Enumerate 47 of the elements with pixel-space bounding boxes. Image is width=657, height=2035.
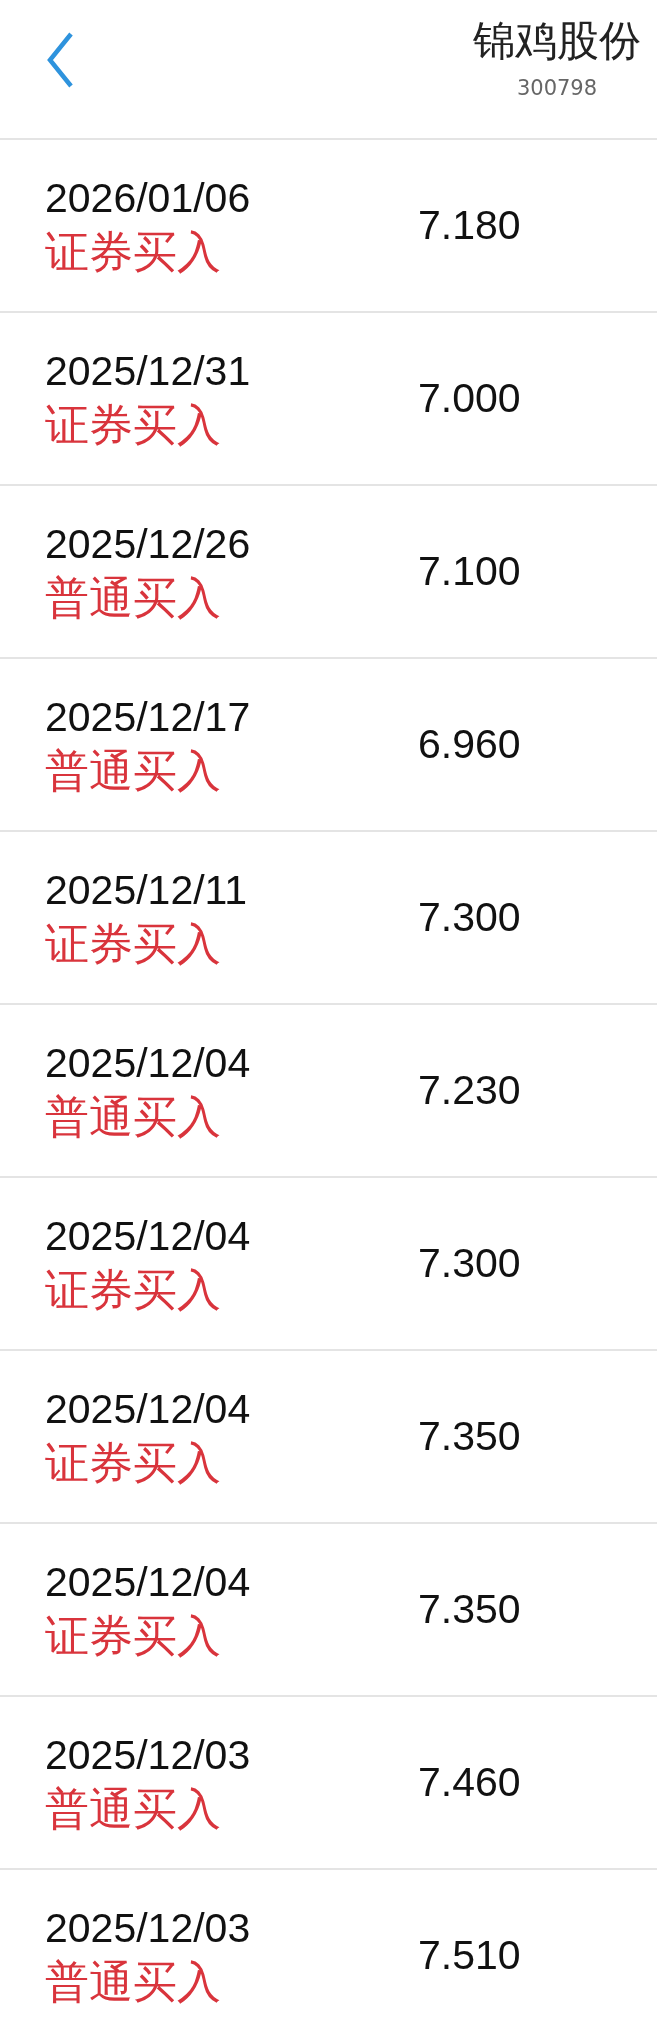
trade-type: 普通买入: [45, 1954, 222, 2009]
trade-price: 6.960: [418, 721, 521, 768]
trade-type: 证券买入: [45, 397, 222, 452]
back-icon: [46, 31, 74, 89]
trade-date: 2026/01/06: [45, 173, 252, 223]
trade-type: 普通买入: [45, 1781, 222, 1836]
trade-price: 7.230: [418, 1067, 521, 1114]
trade-row[interactable]: 2026/01/06 证券买入 7.180: [0, 140, 657, 313]
trade-type: 证券买入: [45, 1435, 222, 1490]
trade-date: 2025/12/04: [45, 1384, 252, 1434]
trade-price: 7.350: [418, 1586, 521, 1633]
trade-price: 7.350: [418, 1413, 521, 1460]
trade-price: 7.300: [418, 894, 521, 941]
trade-row[interactable]: 2025/12/04 证券买入 7.300: [0, 1178, 657, 1351]
trade-price: 7.180: [418, 202, 521, 249]
trade-date: 2025/12/26: [45, 519, 252, 569]
trade-date: 2025/12/03: [45, 1903, 252, 1953]
trade-row[interactable]: 2025/12/04 证券买入 7.350: [0, 1351, 657, 1524]
stock-name: 锦鸡股份: [473, 15, 641, 67]
trade-date: 2025/12/04: [45, 1038, 252, 1088]
trade-type: 证券买入: [45, 1262, 222, 1317]
trade-date: 2025/12/04: [45, 1211, 252, 1261]
stock-code: 300798: [516, 76, 598, 100]
trade-row[interactable]: 2025/12/04 普通买入 7.230: [0, 1005, 657, 1178]
trade-row[interactable]: 2025/12/03 普通买入 7.510: [0, 1870, 657, 2035]
trade-row[interactable]: 2025/12/17 普通买入 6.960: [0, 659, 657, 832]
trade-row[interactable]: 2025/12/11 证券买入 7.300: [0, 832, 657, 1005]
trade-row[interactable]: 2025/12/03 普通买入 7.460: [0, 1697, 657, 1870]
trade-row[interactable]: 2025/12/04 证券买入 7.350: [0, 1524, 657, 1697]
trade-type: 普通买入: [45, 743, 222, 798]
trade-row[interactable]: 2025/12/31 证券买入 7.000: [0, 313, 657, 486]
trade-price: 7.300: [418, 1240, 521, 1287]
trade-type: 证券买入: [45, 1608, 222, 1663]
trade-date: 2025/12/17: [45, 692, 252, 742]
trade-price: 7.510: [418, 1932, 521, 1979]
trade-row[interactable]: 2025/12/26 普通买入 7.100: [0, 486, 657, 659]
trade-date: 2025/12/31: [45, 346, 252, 396]
trade-date: 2025/12/11: [45, 865, 249, 915]
trade-price: 7.000: [418, 375, 521, 422]
trade-type: 证券买入: [45, 916, 222, 971]
trade-type: 普通买入: [45, 1089, 222, 1144]
trade-date: 2025/12/03: [45, 1730, 252, 1780]
trade-date: 2025/12/04: [45, 1557, 252, 1607]
trade-price: 7.100: [418, 548, 521, 595]
trade-type: 普通买入: [45, 570, 222, 625]
trade-type: 证券买入: [45, 224, 222, 279]
trade-price: 7.460: [418, 1759, 521, 1806]
